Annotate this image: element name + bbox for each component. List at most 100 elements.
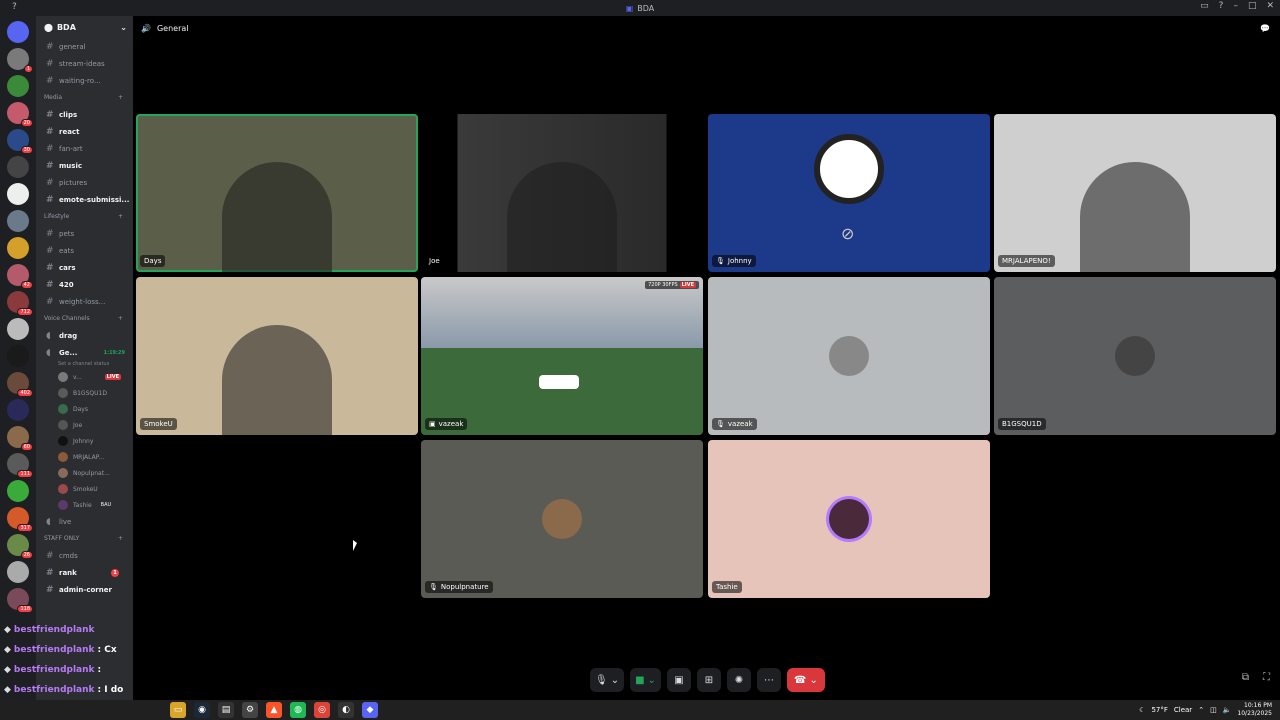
- channel-status[interactable]: Set a channel status: [36, 361, 133, 369]
- server-icon[interactable]: [7, 318, 29, 340]
- file-explorer-icon[interactable]: ▭: [170, 702, 186, 718]
- chat-icon[interactable]: 💬: [1260, 24, 1270, 33]
- channel-item[interactable]: # clips: [36, 106, 133, 123]
- channel-item[interactable]: # cars: [36, 259, 133, 276]
- help-icon[interactable]: ?: [12, 2, 17, 12]
- server-icon[interactable]: 712: [7, 291, 33, 316]
- voice-user[interactable]: Joe: [36, 417, 133, 433]
- server-icon[interactable]: 42: [7, 264, 33, 289]
- server-icon[interactable]: 111: [7, 453, 33, 478]
- channel-item[interactable]: ◖ live: [36, 513, 133, 530]
- participant-tile[interactable]: Days: [136, 114, 418, 272]
- participant-tile[interactable]: ⊘ 🎙 Johnny: [708, 114, 990, 272]
- minimize-button[interactable]: –: [1233, 1, 1238, 11]
- voice-user[interactable]: SmokeU: [36, 481, 133, 497]
- obs-icon[interactable]: ◐: [338, 702, 354, 718]
- participant-tile[interactable]: Tashie: [708, 440, 990, 598]
- server-icon[interactable]: [7, 75, 29, 97]
- share-screen-button[interactable]: ▣: [666, 668, 691, 692]
- help-circle-icon[interactable]: ?: [1219, 1, 1224, 11]
- server-icon[interactable]: 1: [7, 48, 33, 73]
- server-icon[interactable]: [7, 21, 29, 43]
- plus-icon[interactable]: +: [118, 315, 123, 322]
- channel-item[interactable]: # general: [36, 38, 133, 55]
- server-icon[interactable]: [7, 237, 29, 259]
- spotify-icon[interactable]: ◍: [290, 702, 306, 718]
- voice-user[interactable]: Tashie BAU: [36, 497, 133, 513]
- clock[interactable]: 10:16 PM 10/23/2025: [1237, 702, 1272, 718]
- server-icon[interactable]: [7, 399, 29, 421]
- channel-item[interactable]: # weight-loss...: [36, 293, 133, 310]
- server-icon[interactable]: [7, 210, 29, 232]
- category-header[interactable]: STAFF ONLY +: [36, 530, 133, 547]
- channel-item[interactable]: # react: [36, 123, 133, 140]
- participant-tile[interactable]: 🎙 Nopulpnature: [421, 440, 703, 598]
- category-header[interactable]: Media +: [36, 89, 133, 106]
- plus-icon[interactable]: +: [118, 213, 123, 220]
- server-icon[interactable]: 60: [7, 426, 33, 451]
- server-icon[interactable]: [7, 345, 29, 367]
- steam-icon[interactable]: ◉: [194, 702, 210, 718]
- voice-user[interactable]: MRJALAP...: [36, 449, 133, 465]
- tray-chevron-icon[interactable]: ⌃: [1198, 706, 1204, 714]
- plus-icon[interactable]: +: [118, 94, 123, 101]
- server-icon[interactable]: 317: [7, 507, 33, 532]
- voice-user[interactable]: v... LIVE: [36, 369, 133, 385]
- participant-tile[interactable]: SmokeU: [136, 277, 418, 435]
- server-icon[interactable]: [7, 183, 29, 205]
- channel-item[interactable]: # pets: [36, 225, 133, 242]
- voice-channel-item[interactable]: ◖ drag: [36, 327, 133, 344]
- participant-tile[interactable]: Joe: [421, 114, 703, 272]
- server-icon[interactable]: 30: [7, 129, 33, 154]
- popout-icon[interactable]: ⧉: [1242, 672, 1249, 683]
- server-icon[interactable]: 402: [7, 372, 33, 397]
- category-header[interactable]: Voice Channels +: [36, 310, 133, 327]
- channel-item[interactable]: # rank 1: [36, 564, 133, 581]
- voice-user[interactable]: Days: [36, 401, 133, 417]
- channel-item[interactable]: # pictures: [36, 174, 133, 191]
- participant-tile[interactable]: 720P 30FPS LIVE ▣ vazeak: [421, 277, 703, 435]
- plus-icon[interactable]: +: [118, 535, 123, 542]
- participant-tile[interactable]: B1GSQU1D: [994, 277, 1276, 435]
- close-window-button[interactable]: ✕: [1266, 1, 1274, 11]
- more-button[interactable]: ⋯: [756, 668, 781, 692]
- channel-item[interactable]: # emote-submissi...: [36, 191, 133, 208]
- channel-item[interactable]: # fan-art: [36, 140, 133, 157]
- channel-item[interactable]: #420: [36, 276, 133, 293]
- mute-button[interactable]: 🎙 ⌄: [590, 668, 625, 692]
- channel-item[interactable]: # eats: [36, 242, 133, 259]
- server-icon[interactable]: 26: [7, 534, 33, 559]
- camera-button[interactable]: ■ ⌄: [630, 668, 661, 692]
- server-icon[interactable]: [7, 561, 29, 583]
- disconnect-button[interactable]: ☎ ⌄: [786, 668, 825, 692]
- server-icon[interactable]: 20: [7, 102, 33, 127]
- fullscreen-icon[interactable]: ⛶: [1263, 672, 1270, 683]
- app-icon[interactable]: ▤: [218, 702, 234, 718]
- channel-item[interactable]: # music: [36, 157, 133, 174]
- maximize-button[interactable]: □: [1248, 1, 1257, 11]
- server-icon[interactable]: [7, 480, 29, 502]
- chrome-icon[interactable]: ◎: [314, 702, 330, 718]
- category-header[interactable]: Lifestyle +: [36, 208, 133, 225]
- voice-channel-item[interactable]: ◖ Ge... 1:19:29: [36, 344, 133, 361]
- participant-tile[interactable]: MRJALAPENO!: [994, 114, 1276, 272]
- channel-item[interactable]: # stream-ideas: [36, 55, 133, 72]
- channel-item[interactable]: # cmds: [36, 547, 133, 564]
- channel-item[interactable]: # waiting-ro...: [36, 72, 133, 89]
- channel-item[interactable]: # admin-corner: [36, 581, 133, 598]
- network-icon[interactable]: ◫: [1210, 706, 1217, 714]
- discord-taskbar-icon[interactable]: ◆: [362, 702, 378, 718]
- volume-icon[interactable]: 🔈: [1223, 706, 1232, 714]
- inbox-icon[interactable]: ▭: [1200, 1, 1209, 11]
- voice-user[interactable]: Nopulpnat...: [36, 465, 133, 481]
- server-icon[interactable]: 118: [7, 588, 33, 613]
- guild-header[interactable]: ⬤ BDA ⌄: [36, 16, 133, 38]
- soundboard-button[interactable]: ✺: [726, 668, 751, 692]
- voice-user[interactable]: Johnny: [36, 433, 133, 449]
- participant-tile[interactable]: 🎙 vazeak: [708, 277, 990, 435]
- brave-icon[interactable]: ▲: [266, 702, 282, 718]
- settings-icon[interactable]: ⚙: [242, 702, 258, 718]
- activities-button[interactable]: ⊞: [696, 668, 721, 692]
- server-icon[interactable]: [7, 156, 29, 178]
- voice-user[interactable]: B1GSQU1D: [36, 385, 133, 401]
